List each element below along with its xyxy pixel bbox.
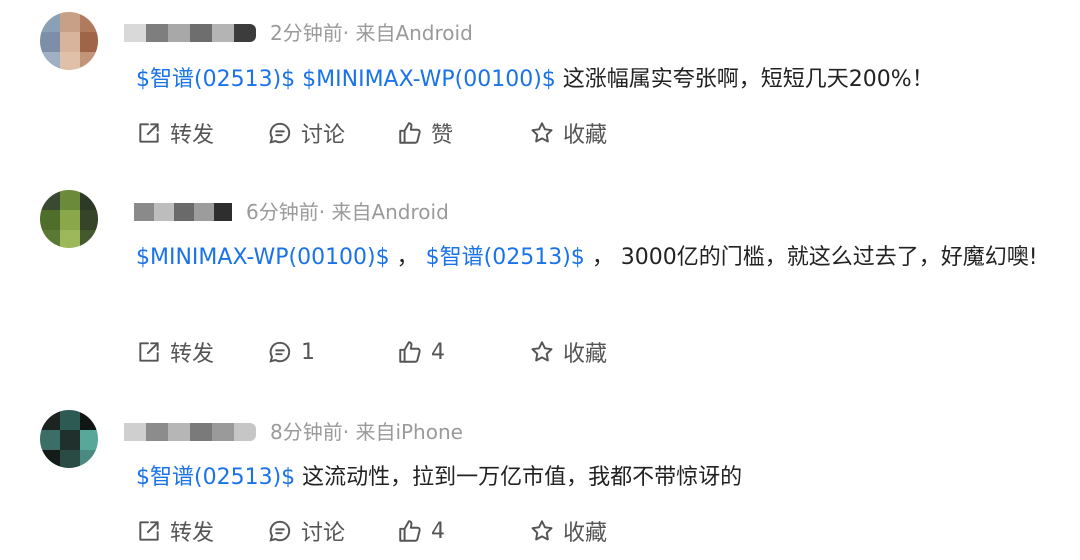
avatar[interactable] (40, 190, 98, 248)
thumbs-up-icon (399, 520, 421, 542)
post-meta: 6分钟前· 来自Android (246, 200, 449, 224)
thumbs-up-icon (399, 122, 421, 144)
like-button[interactable]: 赞 (397, 118, 453, 148)
forward-button[interactable]: 转发 (136, 118, 214, 148)
stock-tag-link[interactable]: $智谱(02513)$ (136, 465, 295, 490)
username-blurred[interactable] (134, 203, 232, 221)
favorite-label: 收藏 (563, 123, 608, 148)
discuss-label: 讨论 (301, 521, 346, 546)
discuss-button[interactable]: 1 (267, 337, 315, 367)
stock-tag-link[interactable]: $智谱(02513)$ (426, 245, 585, 270)
like-label: 赞 (431, 123, 454, 148)
thumbs-up-icon (399, 341, 421, 363)
comment-icon (269, 341, 291, 363)
forward-label: 转发 (170, 123, 215, 148)
avatar[interactable] (40, 12, 98, 70)
discuss-label: 讨论 (301, 123, 346, 148)
star-icon (531, 122, 553, 143)
comment-icon (269, 520, 291, 542)
comment-body: ， 3000亿的门槛，就这么过去了，好魔幻噢! (591, 245, 1038, 270)
forward-label: 转发 (170, 342, 215, 367)
forward-button[interactable]: 转发 (136, 516, 214, 546)
like-button[interactable]: 4 (397, 337, 445, 367)
favorite-button[interactable]: 收藏 (529, 337, 607, 367)
forward-button[interactable]: 转发 (136, 337, 214, 367)
comment-text: $智谱(02513)$ 这流动性，拉到一万亿市值，我都不带惊讶的 (136, 458, 1056, 498)
share-icon (139, 342, 159, 362)
discuss-button[interactable]: 讨论 (267, 118, 345, 148)
star-icon (531, 341, 553, 362)
username-blurred[interactable] (124, 24, 256, 42)
like-count: 4 (431, 339, 445, 365)
favorite-label: 收藏 (563, 342, 608, 367)
like-button[interactable]: 4 (397, 516, 445, 546)
avatar[interactable] (40, 410, 98, 468)
stock-tag-link[interactable]: $MINIMAX-WP(00100)$ (302, 67, 556, 92)
tag-separator: ， (396, 245, 419, 270)
favorite-button[interactable]: 收藏 (529, 516, 607, 546)
post-meta: 2分钟前· 来自Android (270, 21, 473, 45)
like-count: 4 (431, 518, 445, 544)
favorite-button[interactable]: 收藏 (529, 118, 607, 148)
comment-body: 这涨幅属实夸张啊，短短几天200%！ (562, 67, 934, 92)
comment-body: 这流动性，拉到一万亿市值，我都不带惊讶的 (302, 465, 743, 490)
stock-tag-link[interactable]: $智谱(02513)$ (136, 67, 295, 92)
stock-tag-link[interactable]: $MINIMAX-WP(00100)$ (136, 245, 390, 270)
share-icon (139, 521, 159, 541)
forward-label: 转发 (170, 521, 215, 546)
comment-text: $MINIMAX-WP(00100)$ ， $智谱(02513)$ ， 3000… (136, 238, 1056, 278)
comment-text: $智谱(02513)$ $MINIMAX-WP(00100)$ 这涨幅属实夸张啊… (136, 60, 1056, 100)
discuss-button[interactable]: 讨论 (267, 516, 345, 546)
comment-icon (269, 122, 291, 144)
discuss-count: 1 (301, 339, 315, 365)
star-icon (531, 520, 553, 541)
share-icon (139, 123, 159, 143)
username-blurred[interactable] (124, 423, 256, 441)
favorite-label: 收藏 (563, 521, 608, 546)
post-meta: 8分钟前· 来自iPhone (270, 420, 463, 444)
